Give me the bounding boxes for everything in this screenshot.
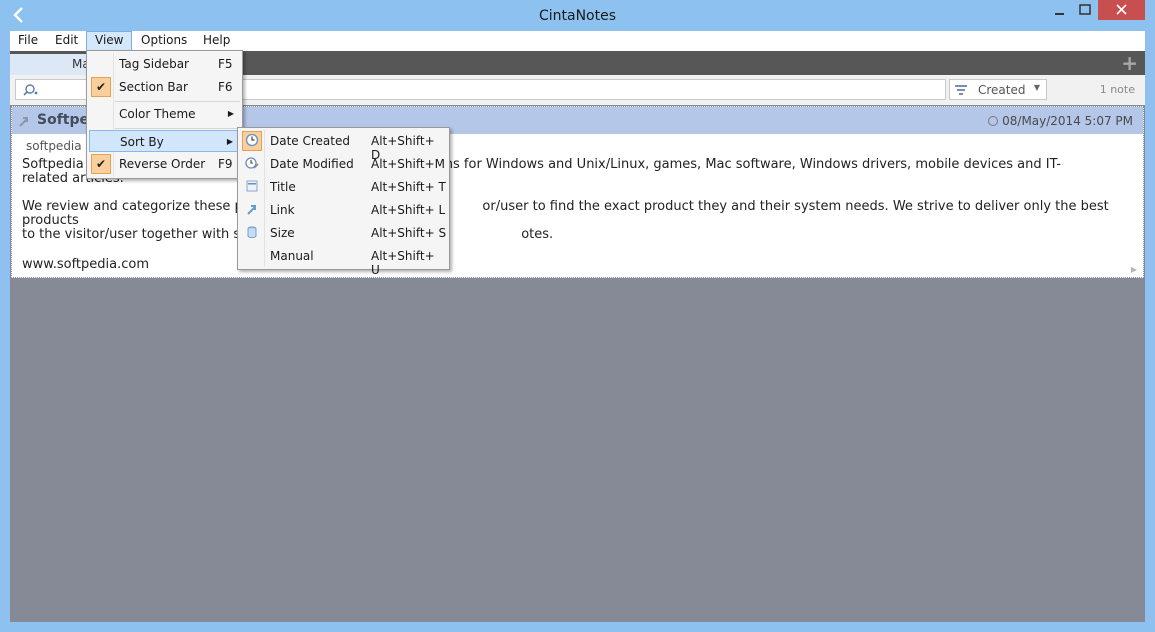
checkmark-icon: ✔: [91, 77, 111, 97]
window-title: CintaNotes: [538, 8, 617, 24]
menu-item-label: Link: [270, 203, 295, 217]
menu-help[interactable]: Help: [195, 31, 238, 51]
note-paragraph: We review and categorize these p or/user…: [22, 199, 1109, 242]
note-link-icon: [19, 117, 28, 127]
menu-item-shortcut: Alt+Shift+ T: [371, 180, 446, 194]
menu-item-label: Date Created: [270, 134, 350, 148]
search-icon[interactable]: [22, 83, 38, 97]
menu-edit[interactable]: Edit: [47, 31, 86, 51]
note-tag[interactable]: softpedia: [26, 139, 82, 153]
menu-item-shortcut: Alt+Shift+M: [371, 157, 445, 171]
menu-item-label: Tag Sidebar: [119, 57, 189, 71]
menu-item-date-created[interactable]: Date Created Alt+Shift+ D: [240, 130, 447, 162]
menu-item-title[interactable]: Title Alt+Shift+ T: [240, 176, 447, 198]
close-button[interactable]: [1098, 0, 1145, 20]
menu-view[interactable]: View: [86, 31, 133, 51]
menu-item-label: Manual: [270, 249, 314, 263]
size-icon: [247, 226, 257, 238]
menu-separator: [115, 101, 240, 102]
menu-item-tag-sidebar[interactable]: Tag Sidebar F5: [89, 53, 240, 75]
menu-item-shortcut: Alt+Shift+ L: [371, 203, 446, 217]
menu-item-sort-by[interactable]: Sort By ▶: [89, 130, 240, 152]
maximize-button[interactable]: [1072, 0, 1098, 20]
maximize-icon: [1079, 4, 1091, 15]
window-bottom-border: [0, 622, 1155, 632]
clock-icon: [988, 116, 999, 126]
menu-item-manual[interactable]: Manual Alt+Shift+ U: [240, 245, 447, 277]
note-date: 08/May/2014 5:07 PM: [988, 114, 1133, 128]
close-icon: [1116, 4, 1127, 15]
sort-icon: [955, 85, 967, 95]
note-count: 1 note: [1099, 83, 1135, 96]
menu-item-size[interactable]: Size Alt+Shift+ S: [240, 222, 447, 244]
menu-item-label: Date Modified: [270, 157, 354, 171]
title-icon: [246, 180, 258, 192]
menu-item-shortcut: F5: [218, 57, 233, 71]
note-link[interactable]: www.softpedia.com: [22, 257, 149, 272]
chevron-down-icon: ▼: [1033, 83, 1040, 92]
menu-item-shortcut: Alt+Shift+ S: [371, 226, 447, 240]
sort-dropdown[interactable]: Created ▼: [949, 79, 1047, 100]
minimize-button[interactable]: [1046, 0, 1072, 20]
menu-item-label: Reverse Order: [119, 157, 206, 171]
menu-options[interactable]: Options: [133, 31, 195, 51]
menu-item-shortcut: F6: [218, 80, 233, 94]
menu-item-reverse-order[interactable]: ✔ Reverse Order F9: [89, 153, 240, 175]
menu-item-label: Size: [270, 226, 295, 240]
menu-item-label: Sort By: [120, 135, 164, 149]
submenu-arrow-icon: ▶: [226, 137, 233, 146]
link-icon: [247, 205, 256, 215]
clock-edit-icon: [245, 157, 259, 169]
clock-icon: [245, 133, 259, 147]
menu-item-label: Color Theme: [119, 107, 196, 121]
menu-item-label: Title: [270, 180, 296, 194]
tab-main[interactable]: Ma: [10, 54, 90, 75]
menu-item-shortcut: F9: [218, 157, 233, 171]
sort-by-submenu: Date Created Alt+Shift+ D Date Modified …: [237, 127, 450, 277]
minimize-icon: [1055, 13, 1064, 15]
menu-item-shortcut: Alt+Shift+ U: [371, 249, 435, 277]
title-bar: CintaNotes: [0, 0, 1155, 31]
menu-item-label: Section Bar: [119, 80, 188, 94]
submenu-arrow-icon: ▶: [227, 109, 234, 118]
sort-dropdown-label: Created: [978, 83, 1026, 97]
menu-bar: File Edit View Options Help: [10, 31, 1145, 51]
menu-item-date-modified[interactable]: Date Modified Alt+Shift+M: [240, 153, 447, 175]
menu-separator: [115, 128, 240, 129]
view-menu: Tag Sidebar F5 ✔ Section Bar F6 Color Th…: [86, 50, 243, 179]
menu-file[interactable]: File: [10, 31, 46, 51]
add-section-icon[interactable]: +: [1121, 53, 1138, 73]
notes-list: Softped 08/May/2014 5:07 PM softpedia So…: [10, 105, 1145, 622]
menu-item-link[interactable]: Link Alt+Shift+ L: [240, 199, 447, 221]
menu-item-section-bar[interactable]: ✔ Section Bar F6: [89, 76, 240, 98]
checkmark-icon: ✔: [91, 154, 111, 174]
resize-corner-icon: ▶: [1130, 265, 1137, 274]
menu-item-color-theme[interactable]: Color Theme ▶: [89, 103, 240, 125]
note-date-text: 08/May/2014 5:07 PM: [1002, 114, 1133, 128]
